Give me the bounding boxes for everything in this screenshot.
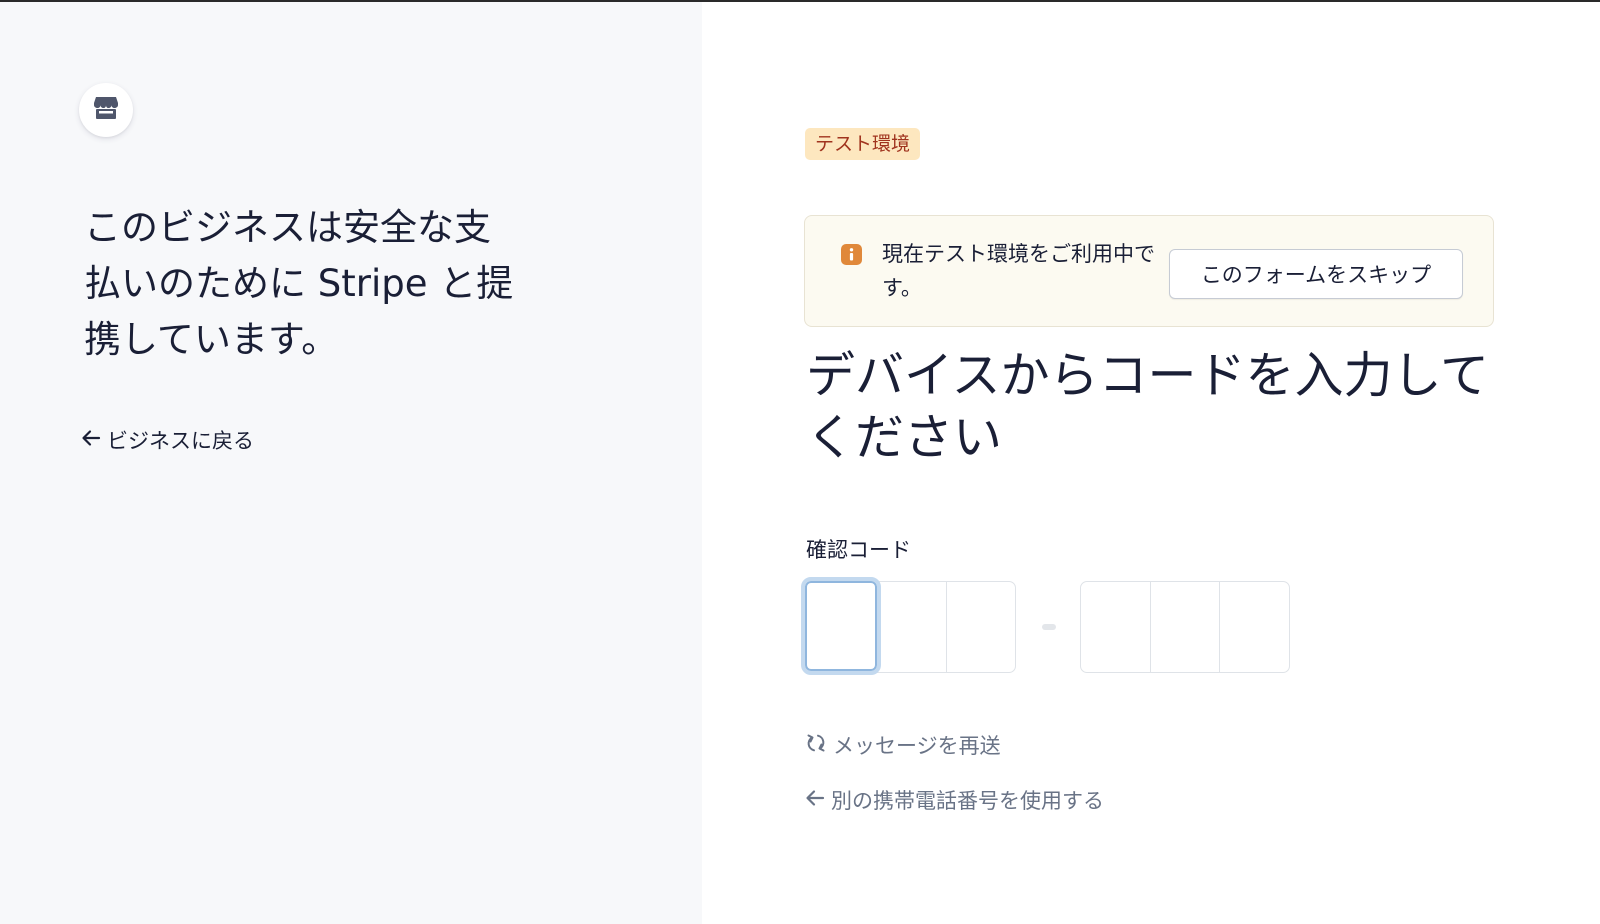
store-icon: [92, 95, 120, 125]
code-input-group-first: [800, 577, 1016, 675]
refresh-icon: [805, 732, 827, 759]
code-digit-3-input[interactable]: [947, 582, 1015, 672]
test-mode-notice-text: 現在テスト環境をご利用中です。: [882, 242, 1155, 300]
code-digit-4-input[interactable]: [1081, 582, 1151, 672]
resend-message-link[interactable]: メッセージを再送: [805, 730, 1001, 760]
arrow-left-icon: [81, 428, 101, 452]
code-digit-2-input[interactable]: [877, 582, 947, 672]
arrow-left-icon: [805, 788, 825, 812]
code-digit-1-input[interactable]: [800, 577, 882, 675]
test-mode-notice: 現在テスト環境をご利用中です。 このフォームをスキップ: [804, 215, 1494, 327]
business-headline: このビジネスは安全な支払いのために Stripe と提携しています。: [84, 206, 514, 361]
back-to-business-label: ビジネスに戻る: [107, 429, 254, 453]
page-title: デバイスからコードを入力してください: [806, 347, 1490, 466]
skip-form-button[interactable]: このフォームをスキップ: [1169, 249, 1463, 299]
test-environment-badge: テスト環境: [805, 128, 921, 160]
info-icon: [841, 244, 862, 265]
code-digit-5-input[interactable]: [1151, 582, 1221, 672]
use-other-phone-link[interactable]: 別の携帯電話番号を使用する: [805, 785, 1104, 815]
verification-code-label: 確認コード: [806, 538, 911, 562]
code-digit-6-input[interactable]: [1220, 582, 1289, 672]
business-logo: [79, 83, 133, 137]
code-separator: [1042, 624, 1056, 630]
business-panel: このビジネスは安全な支払いのために Stripe と提携しています。 ビジネスに…: [0, 2, 702, 924]
code-input-group-second: [1080, 581, 1290, 673]
back-to-business-link[interactable]: ビジネスに戻る: [81, 425, 254, 455]
use-other-phone-label: 別の携帯電話番号を使用する: [831, 789, 1104, 813]
resend-message-label: メッセージを再送: [833, 734, 1001, 758]
